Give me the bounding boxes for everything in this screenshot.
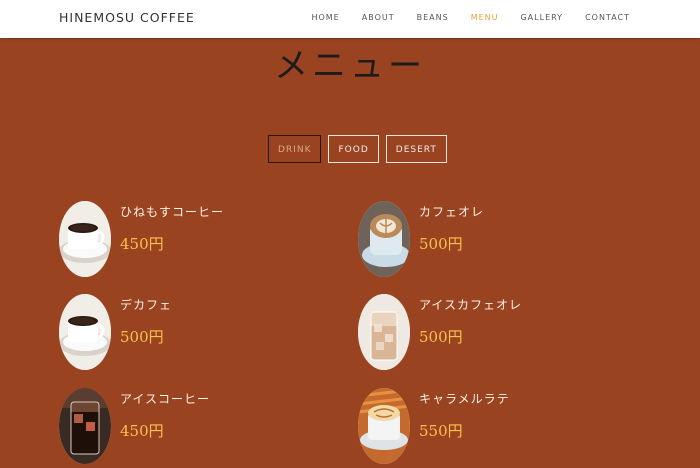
menu-item-price: 500円	[120, 328, 164, 346]
menu-item-price: 500円	[419, 235, 463, 253]
menu-item[interactable]: アイスカフェオレ 500円	[358, 294, 598, 374]
latte-art-image	[358, 201, 410, 277]
tab-desert[interactable]: DESERT	[385, 135, 447, 163]
site-header: HINEMOSU COFFEE HOME ABOUT BEANS MENU GA…	[0, 0, 700, 38]
tab-drink[interactable]: DRINK	[268, 135, 322, 163]
nav-beans[interactable]: BEANS	[417, 13, 449, 22]
brand-logo[interactable]: HINEMOSU COFFEE	[59, 10, 195, 25]
tab-food[interactable]: FOOD	[328, 135, 379, 163]
hot-coffee-image	[59, 294, 111, 370]
iced-latte-image	[358, 294, 410, 370]
nav-about[interactable]: ABOUT	[362, 13, 395, 22]
hot-coffee-image	[59, 201, 111, 277]
menu-item-price: 550円	[419, 422, 463, 440]
page-title: メニュー	[274, 46, 426, 86]
nav-menu[interactable]: MENU	[471, 13, 499, 22]
menu-item-name: デカフェ	[120, 298, 173, 312]
menu-item[interactable]: デカフェ 500円	[59, 294, 299, 374]
caramel-latte-image	[358, 388, 410, 464]
menu-item[interactable]: キャラメルラテ 550円	[358, 388, 598, 468]
menu-item[interactable]: アイスコーヒー 450円	[59, 388, 299, 468]
menu-item[interactable]: ひねもすコーヒー 450円	[59, 201, 299, 281]
nav-contact[interactable]: CONTACT	[585, 13, 630, 22]
menu-item-name: キャラメルラテ	[419, 392, 510, 406]
nav-home[interactable]: HOME	[311, 13, 339, 22]
menu-item[interactable]: カフェオレ 500円	[358, 201, 598, 281]
menu-item-name: カフェオレ	[419, 205, 485, 219]
menu-item-price: 500円	[419, 328, 463, 346]
main-nav: HOME ABOUT BEANS MENU GALLERY CONTACT	[289, 13, 630, 22]
nav-gallery[interactable]: GALLERY	[520, 13, 563, 22]
iced-coffee-image	[59, 388, 111, 464]
menu-item-name: ひねもすコーヒー	[120, 205, 225, 219]
menu-item-price: 450円	[120, 422, 164, 440]
menu-item-name: アイスカフェオレ	[419, 298, 523, 312]
menu-item-name: アイスコーヒー	[120, 392, 211, 406]
menu-category-tabs: DRINK FOOD DESERT	[268, 135, 454, 163]
menu-item-price: 450円	[120, 235, 164, 253]
